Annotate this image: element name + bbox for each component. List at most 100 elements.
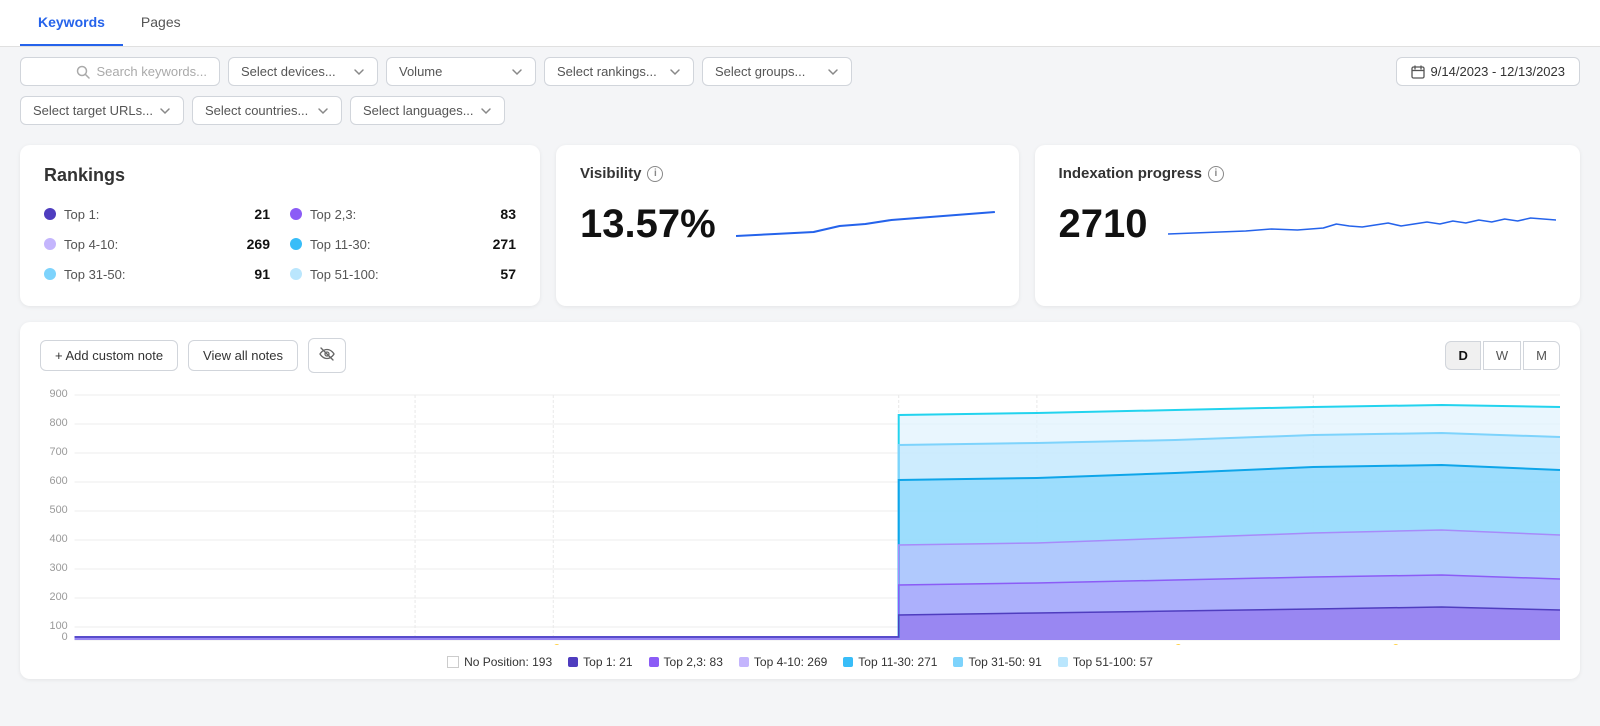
ranking-label-top1130: Top 11-30: [310, 237, 485, 252]
tab-pages[interactable]: Pages [123, 0, 199, 46]
chart-section: + Add custom note View all notes D W M 9… [20, 322, 1580, 679]
legend-dot-top1130 [843, 657, 853, 667]
ranking-label-top410: Top 4-10: [64, 237, 239, 252]
ranking-item-top51100: Top 51-100: 57 [290, 262, 516, 286]
content-area: Rankings Top 1: 21 Top 2,3: 83 Top 4-1 [0, 135, 1600, 699]
ranking-label-top3150: Top 31-50: [64, 267, 246, 282]
notes-eye-button[interactable] [308, 338, 346, 373]
search-keywords-input[interactable]: Search keywords... [20, 57, 220, 86]
tab-keywords[interactable]: Keywords [20, 0, 123, 46]
indexation-info-icon[interactable]: i [1208, 166, 1224, 182]
ranking-item-top23: Top 2,3: 83 [290, 202, 516, 226]
view-notes-button[interactable]: View all notes [188, 340, 298, 371]
chevron-down-icon [159, 105, 171, 117]
ranking-dot-top1 [44, 208, 56, 220]
indexation-title: Indexation progress i [1059, 165, 1556, 182]
chevron-down-icon [317, 105, 329, 117]
groups-label: Select groups... [715, 64, 805, 79]
ranking-dot-top1130 [290, 238, 302, 250]
calendar-icon [1411, 65, 1425, 79]
ranking-value-top1: 21 [254, 206, 270, 222]
legend-dot-top51100 [1058, 657, 1068, 667]
rankings-title: Rankings [44, 165, 516, 186]
ranking-value-top1130: 271 [493, 236, 516, 252]
ranking-label-top1: Top 1: [64, 207, 246, 222]
legend-dot-top3150 [953, 657, 963, 667]
legend-no-position[interactable]: No Position: 193 [447, 655, 552, 669]
legend-dot-top410 [739, 657, 749, 667]
period-week-button[interactable]: W [1483, 341, 1521, 370]
indexation-sparkline [1168, 196, 1556, 246]
languages-label: Select languages... [363, 103, 474, 118]
svg-text:400: 400 [50, 533, 68, 545]
visibility-title: Visibility i [580, 165, 995, 182]
svg-text:900: 900 [50, 388, 68, 400]
target-urls-label: Select target URLs... [33, 103, 153, 118]
ranking-dot-top23 [290, 208, 302, 220]
svg-text:700: 700 [50, 446, 68, 458]
rankings-filter[interactable]: Select rankings... [544, 57, 694, 86]
period-month-button[interactable]: M [1523, 341, 1560, 370]
add-note-button[interactable]: + Add custom note [40, 340, 178, 371]
legend-label-no-position: No Position: 193 [464, 655, 552, 669]
ranking-dot-top3150 [44, 268, 56, 280]
svg-text:500: 500 [50, 504, 68, 516]
chart-area: 900 800 700 600 500 400 300 200 100 0 [40, 385, 1560, 645]
svg-text:🔑: 🔑 [547, 643, 562, 645]
ranking-item-top1130: Top 11-30: 271 [290, 232, 516, 256]
date-range-picker[interactable]: 9/14/2023 - 12/13/2023 [1396, 57, 1580, 86]
legend-label-top410: Top 4-10: 269 [754, 655, 827, 669]
ranking-label-top23: Top 2,3: [310, 207, 492, 222]
devices-label: Select devices... [241, 64, 336, 79]
ranking-item-top3150: Top 31-50: 91 [44, 262, 270, 286]
countries-filter[interactable]: Select countries... [192, 96, 342, 125]
ranking-item-top410: Top 4-10: 269 [44, 232, 270, 256]
chevron-down-icon [827, 66, 839, 78]
visibility-card: Visibility i 13.57% [556, 145, 1019, 306]
visibility-info-icon[interactable]: i [647, 166, 663, 182]
ranking-value-top3150: 91 [254, 266, 270, 282]
svg-text:0: 0 [62, 631, 68, 643]
indexation-card: Indexation progress i 2710 [1035, 145, 1580, 306]
legend-label-top51100: Top 51-100: 57 [1073, 655, 1153, 669]
groups-filter[interactable]: Select groups... [702, 57, 852, 86]
period-day-button[interactable]: D [1445, 341, 1480, 370]
chevron-down-icon [353, 66, 365, 78]
filters-row2: Select target URLs... Select countries..… [0, 96, 1600, 135]
languages-filter[interactable]: Select languages... [350, 96, 505, 125]
legend-top1[interactable]: Top 1: 21 [568, 655, 632, 669]
eye-slash-icon [319, 346, 335, 362]
devices-filter[interactable]: Select devices... [228, 57, 378, 86]
main-chart-svg: 900 800 700 600 500 400 300 200 100 0 [40, 385, 1560, 645]
visibility-sparkline [736, 196, 995, 246]
indexation-value: 2710 [1059, 202, 1148, 247]
legend-top51100[interactable]: Top 51-100: 57 [1058, 655, 1153, 669]
ranking-item-top1: Top 1: 21 [44, 202, 270, 226]
legend-top410[interactable]: Top 4-10: 269 [739, 655, 827, 669]
ranking-value-top51100: 57 [500, 266, 516, 282]
date-range-label: 9/14/2023 - 12/13/2023 [1431, 64, 1565, 79]
volume-filter[interactable]: Volume [386, 57, 536, 86]
top-nav: Keywords Pages [0, 0, 1600, 47]
legend-top23[interactable]: Top 2,3: 83 [649, 655, 723, 669]
search-placeholder: Search keywords... [96, 64, 207, 79]
legend-top3150[interactable]: Top 31-50: 91 [953, 655, 1041, 669]
legend-dot-top23 [649, 657, 659, 667]
search-icon [76, 65, 90, 79]
svg-text:600: 600 [50, 475, 68, 487]
legend-label-top23: Top 2,3: 83 [664, 655, 723, 669]
indexation-row: 2710 [1059, 194, 1556, 247]
chevron-down-icon [669, 66, 681, 78]
chart-toolbar: + Add custom note View all notes D W M [40, 338, 1560, 373]
ranking-value-top23: 83 [500, 206, 516, 222]
chevron-down-icon [480, 105, 492, 117]
chevron-down-icon [511, 66, 523, 78]
metrics-row: Rankings Top 1: 21 Top 2,3: 83 Top 4-1 [20, 145, 1580, 306]
visibility-value: 13.57% [580, 202, 716, 247]
target-urls-filter[interactable]: Select target URLs... [20, 96, 184, 125]
legend-label-top1130: Top 11-30: 271 [858, 655, 937, 669]
legend-box-no-position [447, 656, 459, 668]
legend-top1130[interactable]: Top 11-30: 271 [843, 655, 937, 669]
legend-dot-top1 [568, 657, 578, 667]
rankings-card: Rankings Top 1: 21 Top 2,3: 83 Top 4-1 [20, 145, 540, 306]
